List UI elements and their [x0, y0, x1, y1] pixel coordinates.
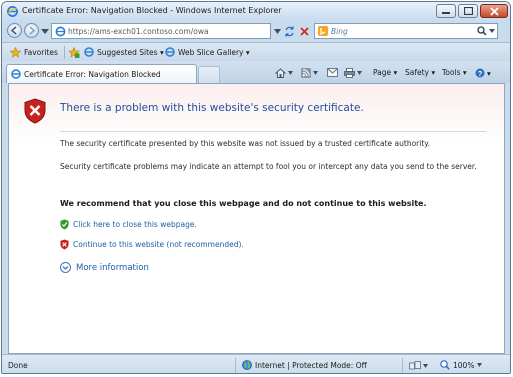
refresh-button[interactable] [282, 23, 296, 39]
back-button[interactable] [7, 23, 22, 38]
continue-to-website-link[interactable]: Continue to this website (not recommende… [60, 239, 244, 250]
url-field[interactable]: https://ams-exch01.contoso.com/owa [51, 23, 271, 39]
search-icon[interactable] [477, 26, 487, 36]
status-text: Done [8, 361, 28, 370]
suggested-sites-link[interactable]: Suggested Sites ▾ [84, 47, 164, 57]
protected-mode-button[interactable] [409, 361, 428, 370]
red-shield-icon [60, 239, 69, 250]
window-title: Certificate Error: Navigation Blocked - … [22, 6, 282, 15]
security-warning-message: Security certificate problems may indica… [60, 162, 477, 171]
add-favorite-icon [68, 47, 80, 58]
internet-globe-icon [242, 360, 252, 370]
favorites-bar: Favorites Suggested Sites ▾ Web Slice Ga… [2, 42, 510, 61]
suggested-sites-label: Suggested Sites ▾ [97, 47, 164, 57]
mail-icon [327, 68, 338, 77]
page-menu[interactable]: Page ▾ [373, 68, 397, 77]
svg-text:?: ? [478, 69, 483, 78]
feeds-button[interactable] [301, 68, 318, 78]
tools-menu[interactable]: Tools ▾ [442, 68, 467, 77]
forward-button[interactable] [24, 23, 39, 38]
ie-logo-icon [7, 6, 18, 17]
favorites-star-icon [10, 47, 21, 58]
page-ie-icon [55, 26, 66, 37]
zoom-dropdown-icon [477, 363, 483, 367]
tab-certificate-error[interactable]: Certificate Error: Navigation Blocked [6, 64, 197, 83]
certificate-message: The security certificate presented by th… [60, 139, 431, 148]
web-slice-gallery-label: Web Slice Gallery ▾ [178, 47, 250, 57]
new-tab-button[interactable] [198, 66, 220, 83]
web-slice-icon [165, 47, 175, 57]
close-window-button[interactable] [480, 4, 508, 18]
address-bar: https://ams-exch01.contoso.com/owa Bing [2, 20, 510, 42]
status-bar: Done Internet | Protected Mode: Off 100% [2, 354, 510, 373]
close-icon [489, 6, 499, 16]
status-separator [235, 358, 236, 373]
home-button[interactable] [275, 68, 293, 78]
stop-icon [299, 26, 309, 36]
bing-logo-icon [318, 26, 328, 36]
safety-menu-label: Safety ▾ [405, 68, 436, 77]
forward-arrow-icon [29, 26, 36, 35]
url-text: https://ams-exch01.contoso.com/owa [68, 27, 209, 36]
tab-bar: Certificate Error: Navigation Blocked Pa… [2, 61, 510, 83]
search-placeholder: Bing [331, 27, 348, 36]
printer-icon [344, 68, 355, 78]
zoom-magnifier-icon [440, 360, 450, 370]
refresh-icon [284, 26, 294, 36]
favorites-button[interactable]: Favorites [10, 47, 58, 58]
tab-label: Certificate Error: Navigation Blocked [24, 70, 161, 79]
history-dropdown-icon[interactable] [41, 29, 49, 34]
browser-window: Certificate Error: Navigation Blocked - … [1, 1, 511, 374]
more-information-text: More information [76, 262, 149, 273]
zoom-level: 100% [453, 360, 475, 370]
close-webpage-link-text: Click here to close this webpage. [73, 220, 197, 229]
close-webpage-link[interactable]: Click here to close this webpage. [60, 219, 197, 230]
shield-error-icon [24, 98, 46, 124]
expand-chevron-icon [60, 262, 71, 273]
favorites-label: Favorites [24, 48, 58, 57]
page-menu-label: Page ▾ [373, 68, 398, 77]
maximize-button[interactable] [458, 4, 478, 18]
continue-link-text: Continue to this website (not recommende… [73, 240, 244, 249]
add-to-favorites-bar-button[interactable] [68, 47, 80, 58]
protected-mode-icon [409, 361, 421, 370]
help-menu[interactable]: ? ▾ [475, 68, 491, 78]
tab-ie-icon [11, 69, 21, 79]
help-menu-arrow: ▾ [487, 68, 491, 78]
search-dropdown-icon[interactable] [489, 29, 495, 33]
zoom-control[interactable]: 100% [440, 360, 483, 370]
more-information-toggle[interactable]: More information [60, 262, 149, 273]
home-dropdown-icon [288, 71, 293, 75]
green-shield-icon [60, 219, 69, 230]
print-button[interactable] [344, 68, 362, 78]
feeds-dropdown-icon [313, 71, 318, 75]
minimize-icon [442, 12, 450, 14]
back-arrow-icon [10, 26, 17, 35]
help-icon: ? [475, 68, 485, 78]
web-slice-gallery-link[interactable]: Web Slice Gallery ▾ [165, 47, 250, 57]
search-field[interactable]: Bing [314, 23, 498, 39]
rss-feed-icon [301, 68, 311, 78]
protected-mode-dropdown-icon [423, 363, 428, 368]
status-separator [402, 358, 403, 373]
recommendation-text: We recommend that you close this webpage… [60, 199, 427, 208]
page-title: There is a problem with this website's s… [60, 102, 364, 114]
security-zone[interactable]: Internet | Protected Mode: Off [242, 360, 367, 370]
home-icon [275, 68, 286, 78]
stop-button[interactable] [297, 23, 311, 39]
content-header-background [9, 84, 504, 144]
tools-menu-label: Tools ▾ [442, 68, 467, 77]
maximize-icon [463, 7, 473, 15]
safety-menu[interactable]: Safety ▾ [405, 68, 435, 77]
url-dropdown-icon[interactable] [274, 29, 282, 43]
suggested-sites-icon [84, 47, 94, 57]
favorites-separator [64, 46, 65, 59]
title-divider [60, 131, 486, 132]
print-dropdown-icon [357, 71, 362, 75]
minimize-button[interactable] [436, 4, 456, 18]
security-zone-label: Internet | Protected Mode: Off [255, 360, 367, 370]
read-mail-button[interactable] [327, 68, 338, 77]
title-bar: Certificate Error: Navigation Blocked - … [2, 2, 510, 20]
page-content: There is a problem with this website's s… [8, 83, 505, 354]
